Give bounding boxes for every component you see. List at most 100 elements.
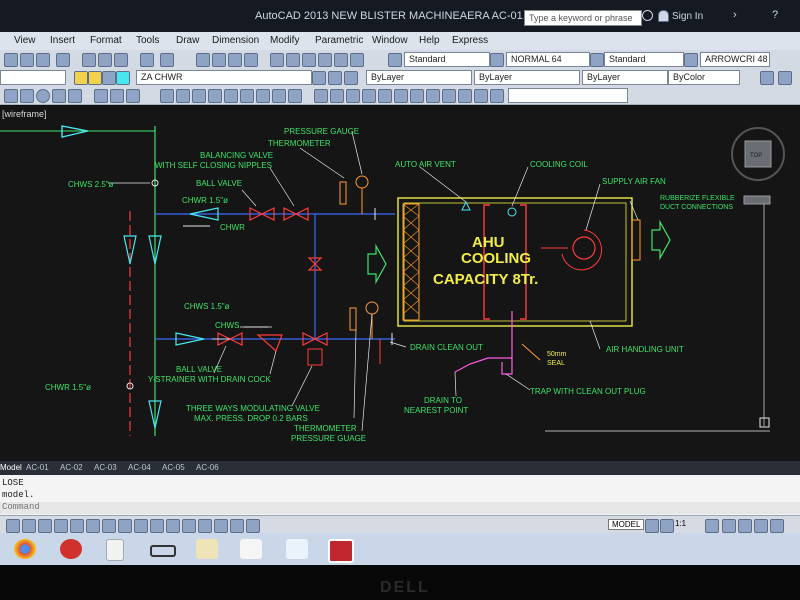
menu-dimension[interactable]: Dimension (212, 35, 259, 46)
menu-modify[interactable]: Modify (270, 35, 299, 46)
quick-view-drawings-icon[interactable] (660, 519, 674, 533)
lock-icon[interactable] (722, 519, 736, 533)
leader-icon[interactable] (410, 89, 424, 103)
array-icon[interactable] (240, 89, 254, 103)
hatch-icon[interactable] (94, 89, 108, 103)
grid-icon[interactable] (22, 519, 36, 533)
clean-screen-icon[interactable] (770, 519, 784, 533)
dim-style-icon[interactable] (490, 53, 504, 67)
dim-radius-icon[interactable] (346, 89, 360, 103)
rotate-icon[interactable] (176, 89, 190, 103)
images-icon[interactable] (240, 539, 262, 559)
calculator-icon[interactable] (350, 53, 364, 67)
move-icon[interactable] (160, 89, 174, 103)
menu-view[interactable]: View (14, 35, 36, 46)
make-object-layer-current-icon[interactable] (312, 71, 326, 85)
rectangle-icon[interactable] (68, 89, 82, 103)
line-icon[interactable] (4, 89, 18, 103)
trim-icon[interactable] (256, 89, 270, 103)
menu-help[interactable]: Help (419, 35, 440, 46)
command-input[interactable]: Command (0, 502, 800, 514)
autocad-taskbar-icon[interactable] (328, 539, 354, 563)
plot-style-select[interactable]: ByColor (668, 70, 740, 85)
ducs-icon[interactable] (102, 519, 116, 533)
tolerance-icon[interactable] (426, 89, 440, 103)
transparency-icon[interactable] (150, 519, 164, 533)
dim-aligned-icon[interactable] (330, 89, 344, 103)
viewcube-label[interactable]: TOP (750, 153, 762, 159)
document-icon[interactable] (106, 539, 124, 561)
menu-window[interactable]: Window (372, 35, 408, 46)
color-select[interactable]: ByLayer (366, 70, 472, 85)
multileader-style-icon[interactable] (684, 53, 698, 67)
wcs-menu[interactable] (743, 195, 771, 205)
pan-icon[interactable] (196, 53, 210, 67)
properties-icon[interactable] (270, 53, 284, 67)
search-icon[interactable] (642, 10, 653, 21)
arc-icon[interactable] (52, 89, 66, 103)
save-icon[interactable] (36, 53, 50, 67)
new-file-icon[interactable] (4, 53, 18, 67)
layer-select[interactable]: ZA CHWR (136, 70, 312, 85)
tab-ac-03[interactable]: AC-03 (94, 463, 117, 472)
scale-icon[interactable] (192, 89, 206, 103)
tab-ac-06[interactable]: AC-06 (196, 463, 219, 472)
menu-tools[interactable]: Tools (136, 35, 159, 46)
zoom-previous-icon[interactable] (244, 53, 258, 67)
otrack-icon[interactable] (86, 519, 100, 533)
dim-linear-icon[interactable] (314, 89, 328, 103)
menu-format[interactable]: Format (90, 35, 122, 46)
multileader-style-select[interactable]: ARROWCRI 48 (700, 52, 770, 67)
annotation-monitor-icon[interactable] (198, 519, 212, 533)
chevron-icon[interactable]: › (733, 9, 737, 21)
workspace-switch-icon[interactable] (705, 519, 719, 533)
quick-view-icon[interactable] (246, 519, 260, 533)
tab-ac-01[interactable]: AC-01 (26, 463, 49, 472)
text-style-select[interactable]: Standard (404, 52, 490, 67)
user-icon[interactable] (658, 10, 669, 22)
help-search-input[interactable]: Type a keyword or phrase (524, 10, 642, 26)
layer-on-icon[interactable] (74, 71, 88, 85)
table-style-icon[interactable] (590, 53, 604, 67)
workspace-select[interactable] (0, 70, 66, 85)
circle-icon[interactable] (36, 89, 50, 103)
dim-continue-icon[interactable] (394, 89, 408, 103)
dim-update-icon[interactable] (474, 89, 488, 103)
menu-insert[interactable]: Insert (50, 35, 75, 46)
chrome-icon[interactable] (14, 539, 36, 559)
offset-icon[interactable] (224, 89, 238, 103)
model-space-icon[interactable] (230, 519, 244, 533)
dim-style-select[interactable]: NORMAL 64 (506, 52, 590, 67)
notes-icon[interactable] (286, 539, 308, 559)
text-style-icon[interactable] (388, 53, 402, 67)
model-toggle-button[interactable]: MODEL (608, 519, 645, 530)
app-red-icon[interactable] (60, 539, 82, 559)
markup-icon[interactable] (334, 53, 348, 67)
redo-icon[interactable] (160, 53, 174, 67)
quick-properties-icon[interactable] (166, 519, 180, 533)
center-mark-icon[interactable] (442, 89, 456, 103)
zoom-realtime-icon[interactable] (212, 53, 226, 67)
help-icon[interactable]: ? (772, 9, 778, 21)
block-icon[interactable] (110, 89, 124, 103)
viewcube[interactable]: TOP (731, 127, 785, 181)
tool-palettes-icon[interactable] (302, 53, 316, 67)
tab-ac-04[interactable]: AC-04 (128, 463, 151, 472)
undo-icon[interactable] (140, 53, 154, 67)
isolate-objects-icon[interactable] (754, 519, 768, 533)
transfer-icon[interactable] (150, 545, 176, 557)
dim-edit-icon[interactable] (458, 89, 472, 103)
hardware-acceleration-icon[interactable] (738, 519, 752, 533)
ortho-icon[interactable] (38, 519, 52, 533)
layout-icon[interactable] (214, 519, 228, 533)
dim-style-manager-icon[interactable] (490, 89, 504, 103)
design-center-icon[interactable] (286, 53, 300, 67)
tab-ac-05[interactable]: AC-05 (162, 463, 185, 472)
print-icon[interactable] (56, 53, 70, 67)
dim-style-dropdown[interactable] (508, 88, 628, 103)
layer-freeze-icon[interactable] (88, 71, 102, 85)
insert-icon[interactable] (126, 89, 140, 103)
open-file-icon[interactable] (20, 53, 34, 67)
dim-angular-icon[interactable] (362, 89, 376, 103)
cut-icon[interactable] (82, 53, 96, 67)
